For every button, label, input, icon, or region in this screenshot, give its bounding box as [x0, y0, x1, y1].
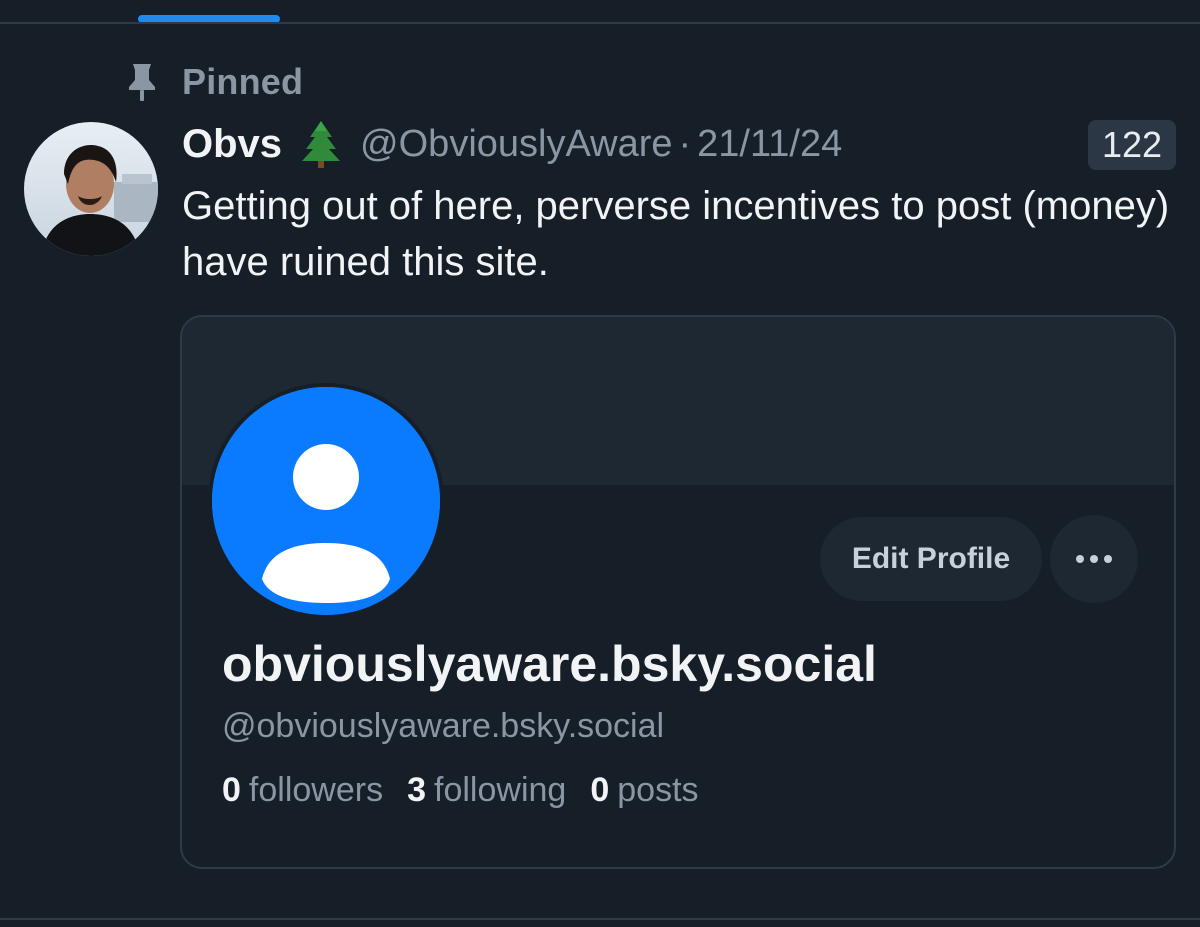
profile-avatar[interactable]	[208, 383, 444, 619]
top-divider	[0, 22, 1200, 24]
count-badge: 122	[1088, 120, 1176, 170]
bottom-divider	[0, 918, 1200, 920]
christmas-tree-icon	[302, 121, 341, 168]
feed-screen: Pinned Obvs @ObviouslyAware · 21/11/24 1…	[0, 0, 1200, 927]
stat-value: 0	[590, 771, 610, 809]
stat-label: following	[434, 771, 567, 809]
pin-icon	[129, 64, 155, 101]
stat-value: 0	[222, 771, 241, 809]
post-header: Obvs @ObviouslyAware · 21/11/24	[182, 118, 842, 170]
pinned-indicator: Pinned	[124, 60, 303, 104]
followers-stat[interactable]: 0 followers	[222, 771, 383, 810]
profile-display-name: obviouslyaware.bsky.social	[222, 636, 877, 692]
stat-label: followers	[248, 771, 384, 809]
more-options-button[interactable]	[1050, 515, 1138, 603]
stat-value: 3	[407, 771, 427, 809]
author-display-name[interactable]: Obvs	[182, 122, 282, 167]
separator-dot: ·	[678, 122, 692, 165]
author-photo	[24, 122, 158, 256]
stat-label: posts	[617, 771, 699, 809]
pinned-label: Pinned	[182, 61, 304, 102]
posts-stat: 0 posts	[590, 771, 698, 810]
author-handle[interactable]: @ObviouslyAware	[360, 123, 672, 166]
author-avatar[interactable]	[24, 122, 158, 256]
edit-profile-button[interactable]: Edit Profile	[820, 517, 1042, 601]
profile-stats: 0 followers 3 following 0 posts	[222, 771, 699, 810]
post-date[interactable]: 21/11/24	[697, 123, 842, 166]
profile-handle: @obviouslyaware.bsky.social	[222, 707, 665, 745]
embedded-profile-card[interactable]: Edit Profile obviouslyaware.bsky.social …	[180, 315, 1176, 869]
following-stat[interactable]: 3 following	[407, 771, 566, 810]
more-dots-icon	[1076, 555, 1112, 563]
post-text: Getting out of here, perverse incentives…	[182, 184, 1170, 284]
default-avatar-icon	[212, 387, 440, 615]
